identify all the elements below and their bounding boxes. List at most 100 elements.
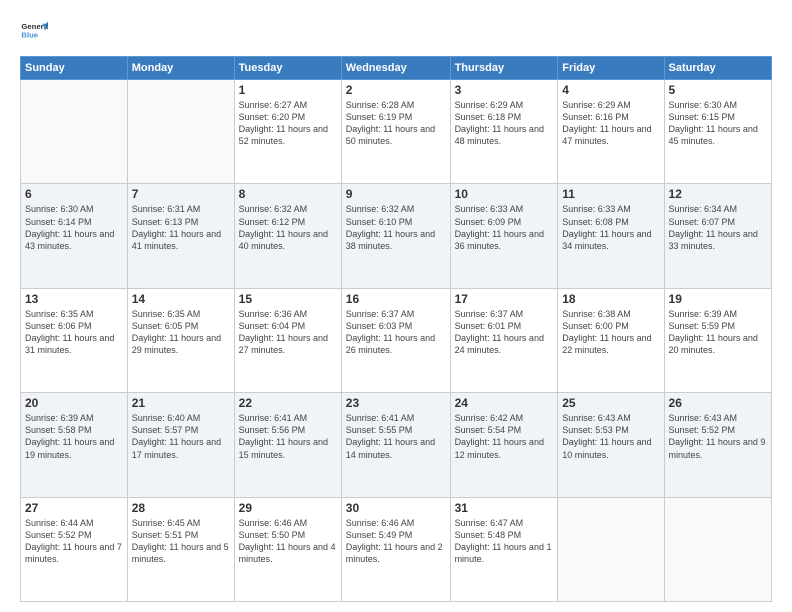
day-info: Sunrise: 6:32 AMSunset: 6:10 PMDaylight:…: [346, 203, 446, 252]
day-info: Sunrise: 6:38 AMSunset: 6:00 PMDaylight:…: [562, 308, 659, 357]
calendar-cell: 8 Sunrise: 6:32 AMSunset: 6:12 PMDaylight…: [234, 184, 341, 288]
day-info: Sunrise: 6:33 AMSunset: 6:09 PMDaylight:…: [455, 203, 554, 252]
calendar-cell: 10 Sunrise: 6:33 AMSunset: 6:09 PMDayligh…: [450, 184, 558, 288]
calendar-cell: 9 Sunrise: 6:32 AMSunset: 6:10 PMDaylight…: [341, 184, 450, 288]
calendar-cell: 30Sunrise: 6:46 AMSunset: 5:49 PMDayligh…: [341, 497, 450, 601]
calendar-cell: 22Sunrise: 6:41 AMSunset: 5:56 PMDayligh…: [234, 393, 341, 497]
day-number: 13: [25, 292, 123, 306]
calendar-cell: 25Sunrise: 6:43 AMSunset: 5:53 PMDayligh…: [558, 393, 664, 497]
day-info: Sunrise: 6:46 AMSunset: 5:50 PMDaylight:…: [239, 517, 337, 566]
calendar-cell: 2Sunrise: 6:28 AMSunset: 6:19 PMDaylight…: [341, 80, 450, 184]
day-info: Sunrise: 6:36 AMSunset: 6:04 PMDaylight:…: [239, 308, 337, 357]
day-info: Sunrise: 6:37 AMSunset: 6:01 PMDaylight:…: [455, 308, 554, 357]
day-info: Sunrise: 6:31 AMSunset: 6:13 PMDaylight:…: [132, 203, 230, 252]
calendar-week-row: 1 Sunrise: 6:27 AMSunset: 6:20 PMDaylight…: [21, 80, 772, 184]
day-info: Sunrise: 6:30 AMSunset: 6:15 PMDaylight:…: [669, 99, 767, 148]
day-info: Sunrise: 6:47 AMSunset: 5:48 PMDaylight:…: [455, 517, 554, 566]
calendar-cell: 14 Sunrise: 6:35 AMSunset: 6:05 PMDayligh…: [127, 288, 234, 392]
calendar-week-row: 20 Sunrise: 6:39 AMSunset: 5:58 PMDayligh…: [21, 393, 772, 497]
calendar-cell: 7 Sunrise: 6:31 AMSunset: 6:13 PMDaylight…: [127, 184, 234, 288]
calendar-cell: 29 Sunrise: 6:46 AMSunset: 5:50 PMDayligh…: [234, 497, 341, 601]
calendar-cell: 31 Sunrise: 6:47 AMSunset: 5:48 PMDayligh…: [450, 497, 558, 601]
day-number: 6: [25, 187, 123, 201]
calendar-cell: 3 Sunrise: 6:29 AMSunset: 6:18 PMDaylight…: [450, 80, 558, 184]
calendar-header-thursday: Thursday: [450, 57, 558, 80]
calendar-header-tuesday: Tuesday: [234, 57, 341, 80]
day-number: 3: [455, 83, 554, 97]
day-info: Sunrise: 6:41 AMSunset: 5:55 PMDaylight:…: [346, 412, 446, 461]
day-info: Sunrise: 6:29 AMSunset: 6:18 PMDaylight:…: [455, 99, 554, 148]
day-number: 14: [132, 292, 230, 306]
day-info: Sunrise: 6:30 AMSunset: 6:14 PMDaylight:…: [25, 203, 123, 252]
calendar-cell: 27 Sunrise: 6:44 AMSunset: 5:52 PMDayligh…: [21, 497, 128, 601]
day-info: Sunrise: 6:44 AMSunset: 5:52 PMDaylight:…: [25, 517, 123, 566]
calendar-header-sunday: Sunday: [21, 57, 128, 80]
day-number: 20: [25, 396, 123, 410]
day-info: Sunrise: 6:32 AMSunset: 6:12 PMDaylight:…: [239, 203, 337, 252]
day-number: 16: [346, 292, 446, 306]
day-number: 9: [346, 187, 446, 201]
day-info: Sunrise: 6:43 AMSunset: 5:52 PMDaylight:…: [669, 412, 767, 461]
calendar-cell: 4 Sunrise: 6:29 AMSunset: 6:16 PMDaylight…: [558, 80, 664, 184]
calendar-cell: 17 Sunrise: 6:37 AMSunset: 6:01 PMDayligh…: [450, 288, 558, 392]
day-number: 12: [669, 187, 767, 201]
day-info: Sunrise: 6:40 AMSunset: 5:57 PMDaylight:…: [132, 412, 230, 461]
calendar-cell: 12 Sunrise: 6:34 AMSunset: 6:07 PMDayligh…: [664, 184, 771, 288]
calendar-header-wednesday: Wednesday: [341, 57, 450, 80]
day-number: 29: [239, 501, 337, 515]
day-number: 11: [562, 187, 659, 201]
calendar-cell: 23 Sunrise: 6:41 AMSunset: 5:55 PMDayligh…: [341, 393, 450, 497]
calendar-cell: 6 Sunrise: 6:30 AMSunset: 6:14 PMDaylight…: [21, 184, 128, 288]
calendar-header-row: SundayMondayTuesdayWednesdayThursdayFrid…: [21, 57, 772, 80]
calendar-cell: 11Sunrise: 6:33 AMSunset: 6:08 PMDayligh…: [558, 184, 664, 288]
day-info: Sunrise: 6:27 AMSunset: 6:20 PMDaylight:…: [239, 99, 337, 148]
calendar-header-saturday: Saturday: [664, 57, 771, 80]
day-number: 31: [455, 501, 554, 515]
calendar-cell: 24 Sunrise: 6:42 AMSunset: 5:54 PMDayligh…: [450, 393, 558, 497]
day-number: 15: [239, 292, 337, 306]
calendar-cell: 26 Sunrise: 6:43 AMSunset: 5:52 PMDayligh…: [664, 393, 771, 497]
calendar-header-friday: Friday: [558, 57, 664, 80]
calendar-week-row: 27 Sunrise: 6:44 AMSunset: 5:52 PMDayligh…: [21, 497, 772, 601]
day-info: Sunrise: 6:42 AMSunset: 5:54 PMDaylight:…: [455, 412, 554, 461]
calendar-cell: 1 Sunrise: 6:27 AMSunset: 6:20 PMDaylight…: [234, 80, 341, 184]
day-info: Sunrise: 6:35 AMSunset: 6:05 PMDaylight:…: [132, 308, 230, 357]
svg-text:Blue: Blue: [21, 31, 38, 40]
calendar-header-monday: Monday: [127, 57, 234, 80]
day-number: 30: [346, 501, 446, 515]
day-info: Sunrise: 6:34 AMSunset: 6:07 PMDaylight:…: [669, 203, 767, 252]
day-number: 23: [346, 396, 446, 410]
day-info: Sunrise: 6:29 AMSunset: 6:16 PMDaylight:…: [562, 99, 659, 148]
day-number: 10: [455, 187, 554, 201]
day-number: 21: [132, 396, 230, 410]
calendar-cell: [664, 497, 771, 601]
calendar-cell: 18Sunrise: 6:38 AMSunset: 6:00 PMDayligh…: [558, 288, 664, 392]
calendar-table: SundayMondayTuesdayWednesdayThursdayFrid…: [20, 56, 772, 602]
day-number: 17: [455, 292, 554, 306]
day-number: 4: [562, 83, 659, 97]
day-number: 22: [239, 396, 337, 410]
day-number: 8: [239, 187, 337, 201]
day-number: 1: [239, 83, 337, 97]
calendar-cell: [127, 80, 234, 184]
day-info: Sunrise: 6:39 AMSunset: 5:59 PMDaylight:…: [669, 308, 767, 357]
day-number: 19: [669, 292, 767, 306]
calendar-cell: 5Sunrise: 6:30 AMSunset: 6:15 PMDaylight…: [664, 80, 771, 184]
calendar-cell: [558, 497, 664, 601]
day-number: 26: [669, 396, 767, 410]
calendar-week-row: 6 Sunrise: 6:30 AMSunset: 6:14 PMDaylight…: [21, 184, 772, 288]
calendar-cell: 20 Sunrise: 6:39 AMSunset: 5:58 PMDayligh…: [21, 393, 128, 497]
calendar-cell: 16 Sunrise: 6:37 AMSunset: 6:03 PMDayligh…: [341, 288, 450, 392]
calendar-cell: [21, 80, 128, 184]
calendar-cell: 13Sunrise: 6:35 AMSunset: 6:06 PMDayligh…: [21, 288, 128, 392]
day-number: 27: [25, 501, 123, 515]
day-number: 24: [455, 396, 554, 410]
day-number: 7: [132, 187, 230, 201]
header: General Blue: [20, 18, 772, 46]
day-info: Sunrise: 6:37 AMSunset: 6:03 PMDaylight:…: [346, 308, 446, 357]
day-info: Sunrise: 6:39 AMSunset: 5:58 PMDaylight:…: [25, 412, 123, 461]
day-info: Sunrise: 6:45 AMSunset: 5:51 PMDaylight:…: [132, 517, 230, 566]
calendar-week-row: 13Sunrise: 6:35 AMSunset: 6:06 PMDayligh…: [21, 288, 772, 392]
logo-icon: General Blue: [20, 18, 48, 46]
page: General Blue SundayMondayTuesdayWednesda…: [0, 0, 792, 612]
